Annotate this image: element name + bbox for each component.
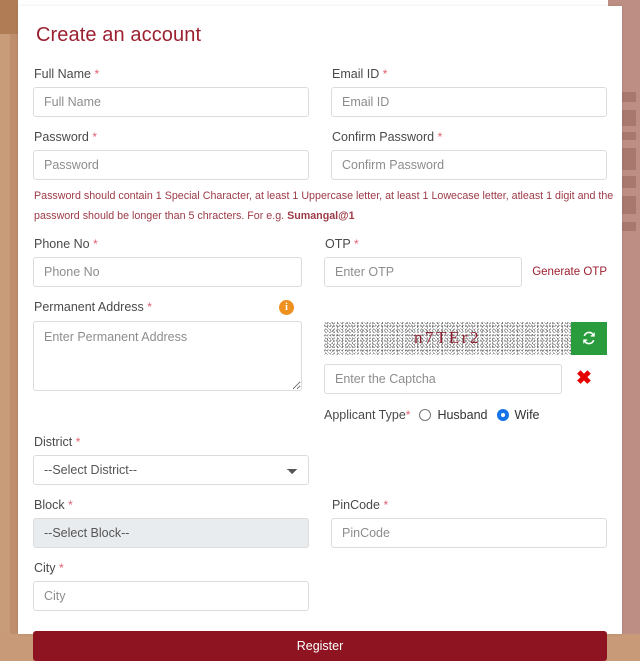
required-asterisk: *	[437, 130, 443, 144]
field-group-city: City *	[33, 561, 309, 624]
registration-card: Create an account Full Name * Email ID *…	[18, 6, 622, 661]
captcha-input[interactable]	[324, 363, 562, 394]
required-asterisk: *	[147, 300, 152, 315]
form-row-passwords: Password * Confirm Password *	[33, 130, 607, 184]
spacer-column	[331, 561, 607, 624]
form-row-district: District * --Select District--	[33, 435, 607, 498]
block-label: Block *	[34, 497, 73, 512]
field-group-permanent-address: Permanent Address * i	[33, 299, 302, 435]
required-asterisk: *	[405, 407, 411, 422]
city-label: City *	[34, 560, 64, 575]
captcha-text: n7TEr2	[414, 328, 481, 348]
full-name-input[interactable]	[33, 87, 309, 117]
field-group-phone: Phone No *	[33, 237, 302, 300]
cross-mark-icon: ✖	[576, 368, 592, 390]
captcha-input-row: ✖	[324, 363, 607, 394]
form-row-block-pincode: Block * --Select Block-- PinCode *	[33, 498, 607, 561]
captcha-section: n7TEr2 ✖ Applicant Type* Husband	[324, 300, 607, 435]
phone-input[interactable]	[33, 256, 302, 287]
confirm-password-label: Confirm Password *	[332, 130, 443, 144]
required-asterisk: *	[59, 560, 64, 575]
required-asterisk: *	[383, 497, 389, 512]
form-row-address-captcha: Permanent Address * i n7TEr2	[33, 299, 607, 435]
field-group-confirm-password: Confirm Password *	[331, 130, 607, 184]
applicant-type-option-husband[interactable]: Husband	[419, 407, 488, 422]
permanent-address-label: Permanent Address *	[34, 300, 152, 315]
password-label: Password *	[34, 130, 98, 144]
page-title: Create an account	[36, 24, 202, 46]
radio-wife-label: Wife	[514, 407, 540, 422]
captcha-row: n7TEr2	[324, 321, 607, 355]
field-group-pincode: PinCode *	[331, 498, 607, 561]
district-label: District *	[34, 434, 81, 449]
phone-label: Phone No *	[34, 236, 98, 251]
otp-label: OTP *	[325, 236, 359, 251]
required-asterisk: *	[94, 67, 100, 81]
form-row-phone-otp: Phone No * OTP * Generate OTP	[33, 237, 607, 300]
district-select[interactable]: --Select District--	[33, 454, 309, 485]
password-example: Sumangal@1	[287, 209, 355, 222]
form-row-city: City *	[33, 561, 607, 624]
info-icon[interactable]: i	[279, 299, 294, 315]
required-asterisk: *	[68, 497, 73, 512]
spacer-column	[331, 435, 607, 498]
field-group-otp: OTP * Generate OTP	[324, 237, 607, 300]
background-left-accent	[0, 0, 18, 34]
required-asterisk: *	[92, 130, 98, 144]
required-asterisk: *	[353, 236, 359, 251]
refresh-icon	[583, 331, 595, 345]
field-group-block: Block * --Select Block--	[33, 498, 309, 561]
captcha-refresh-button[interactable]	[571, 321, 607, 355]
field-group-email: Email ID *	[331, 67, 607, 130]
password-policy-hint: Password should contain 1 Special Charac…	[34, 190, 614, 222]
applicant-type-row: Applicant Type* Husband Wife	[324, 408, 607, 422]
block-select[interactable]: --Select Block--	[33, 517, 309, 548]
required-asterisk: *	[93, 236, 98, 251]
required-asterisk: *	[382, 67, 388, 81]
otp-input[interactable]	[324, 256, 523, 287]
confirm-password-input[interactable]	[331, 150, 607, 180]
full-name-label: Full Name *	[34, 67, 100, 81]
password-input[interactable]	[33, 150, 309, 180]
applicant-type-option-wife[interactable]: Wife	[496, 407, 540, 422]
email-label: Email ID *	[332, 67, 388, 81]
field-group-full-name: Full Name *	[33, 67, 309, 130]
field-group-password: Password *	[33, 130, 309, 184]
permanent-address-textarea[interactable]	[33, 320, 302, 391]
email-input[interactable]	[331, 87, 607, 117]
radio-wife[interactable]	[496, 408, 509, 421]
radio-husband[interactable]	[419, 408, 432, 421]
form-row-name-email: Full Name * Email ID *	[33, 67, 607, 130]
city-input[interactable]	[33, 580, 309, 611]
radio-husband-label: Husband	[437, 407, 488, 422]
captcha-image: n7TEr2	[324, 321, 571, 355]
field-group-district: District * --Select District--	[33, 435, 309, 498]
generate-otp-link[interactable]: Generate OTP	[532, 266, 607, 278]
pincode-input[interactable]	[331, 517, 607, 548]
required-asterisk: *	[75, 434, 81, 449]
pincode-label: PinCode *	[332, 497, 389, 512]
applicant-type-label: Applicant Type*	[324, 407, 411, 422]
register-button[interactable]: Register	[33, 630, 607, 661]
